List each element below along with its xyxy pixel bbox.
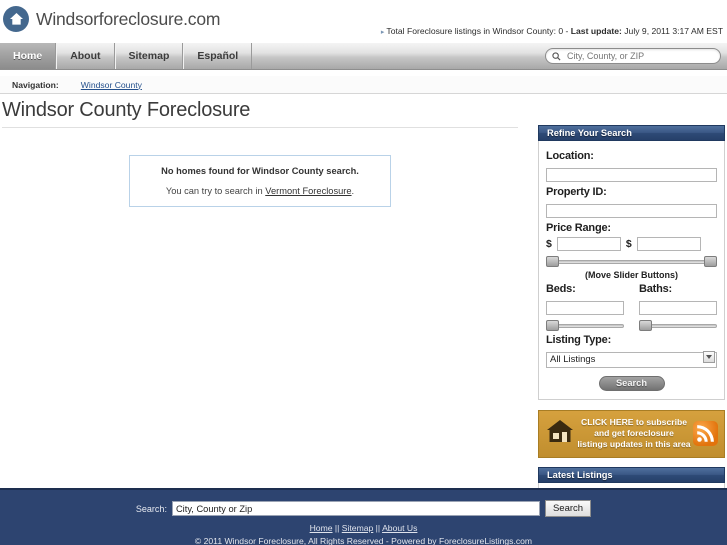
- house-icon: [545, 417, 575, 450]
- subscribe-ad-banner[interactable]: CLICK HERE to subscribe and get foreclos…: [538, 409, 725, 458]
- nav-item-espanol[interactable]: Español: [183, 43, 253, 69]
- price-range-row: $ $: [546, 237, 717, 251]
- sidebar: Refine Your Search Location: Property ID…: [538, 125, 725, 503]
- vermont-foreclosure-link[interactable]: Vermont Foreclosure: [265, 186, 351, 196]
- no-results-title: No homes found for Windsor County search…: [161, 166, 359, 176]
- bullet-icon: ▸: [380, 29, 385, 36]
- breadcrumb-label: Navigation:: [12, 79, 59, 90]
- location-label: Location:: [546, 150, 594, 162]
- latest-listings-title: Latest Listings: [547, 469, 613, 480]
- footer-link-about-us[interactable]: About Us: [382, 523, 417, 533]
- property-id-input[interactable]: [546, 204, 717, 218]
- price-max-input[interactable]: [636, 237, 701, 251]
- status-count-text: Total Foreclosure listings in Windsor Co…: [386, 26, 571, 36]
- rss-icon[interactable]: [693, 421, 718, 446]
- location-input[interactable]: [546, 168, 717, 182]
- ad-line-2: and get foreclosure: [594, 428, 674, 438]
- main-content: No homes found for Windsor County search…: [0, 130, 534, 480]
- baths-column: Baths:: [639, 280, 717, 331]
- copyright-link[interactable]: Windsor Foreclosure: [225, 536, 304, 545]
- ad-line-3: listings updates in this area: [577, 439, 691, 449]
- price-slider-track: [546, 260, 717, 264]
- page-title: Windsor County Foreclosure: [2, 99, 251, 121]
- refine-search-body: Location: Property ID: Price Range: $ $ …: [538, 141, 725, 400]
- title-divider: [2, 127, 518, 128]
- refine-search-title: Refine Your Search: [547, 128, 632, 138]
- footer-link-home[interactable]: Home: [310, 523, 333, 533]
- header-search-input[interactable]: [565, 50, 714, 62]
- footer-link-separator-2: ||: [373, 523, 383, 533]
- no-results-box: No homes found for Windsor County search…: [129, 155, 391, 207]
- header-search-box[interactable]: [545, 48, 721, 64]
- copyright-prefix: © 2011: [194, 536, 225, 545]
- baths-input[interactable]: [639, 301, 717, 315]
- nav-item-about[interactable]: About: [56, 43, 115, 69]
- site-footer: Search: Search Home || Sitemap || About …: [0, 488, 727, 545]
- beds-label: Beds:: [546, 283, 576, 295]
- site-logo[interactable]: Windsorforeclosure.com: [3, 6, 220, 32]
- nav-item-home[interactable]: Home: [0, 43, 57, 69]
- footer-search-label: Search:: [135, 503, 167, 514]
- baths-label: Baths:: [639, 283, 673, 295]
- search-icon: [552, 51, 561, 61]
- refine-search-header: Refine Your Search: [538, 125, 725, 141]
- beds-slider[interactable]: [546, 320, 624, 331]
- page-root: Windsorforeclosure.com ▸ Total Foreclosur…: [0, 0, 727, 545]
- price-max-dollar-sign: $: [625, 238, 632, 250]
- footer-search-input[interactable]: [171, 501, 540, 516]
- sidebar-search-button[interactable]: Search: [598, 375, 665, 391]
- price-slider-handle-min[interactable]: [546, 256, 559, 267]
- site-header: Windsorforeclosure.com ▸ Total Foreclosur…: [0, 0, 727, 42]
- listings-status-line: ▸ Total Foreclosure listings in Windsor C…: [381, 26, 723, 36]
- no-results-prefix: You can try to search in: [165, 186, 266, 196]
- house-in-circle-icon: [3, 6, 29, 32]
- no-results-suffix: .: [351, 186, 355, 196]
- no-results-subtitle: You can try to search in Vermont Foreclo…: [166, 186, 354, 196]
- breadcrumb: Navigation: Windsor County: [0, 76, 727, 94]
- footer-search-button[interactable]: Search: [544, 500, 592, 517]
- last-update-value: July 9, 2011 3:17 AM EST: [621, 26, 723, 36]
- beds-baths-row: Beds: Baths:: [546, 280, 717, 331]
- slider-hint-text: (Move Slider Buttons): [584, 270, 678, 280]
- price-min-dollar-sign: $: [546, 238, 552, 250]
- price-range-slider[interactable]: [546, 256, 717, 267]
- footer-links: Home || Sitemap || About Us: [0, 523, 727, 533]
- ad-line-1: CLICK HERE to subscribe: [580, 417, 687, 427]
- nav-item-sitemap[interactable]: Sitemap: [114, 43, 184, 69]
- footer-copyright: © 2011 Windsor Foreclosure, All Rights R…: [0, 536, 727, 545]
- listing-type-select[interactable]: All Listings: [546, 351, 717, 368]
- breadcrumb-link-windsor-county[interactable]: Windsor County: [81, 80, 142, 90]
- property-id-label: Property ID:: [546, 186, 607, 198]
- footer-link-separator-1: ||: [332, 523, 342, 533]
- beds-slider-handle[interactable]: [546, 320, 559, 331]
- listing-type-label: Listing Type:: [546, 334, 612, 346]
- latest-listings-header: Latest Listings: [538, 466, 725, 483]
- beds-column: Beds:: [546, 280, 624, 331]
- price-slider-handle-max[interactable]: [704, 256, 717, 267]
- site-logo-text: Windsorforeclosure.com: [36, 8, 221, 29]
- footer-search-row: Search: Search: [0, 490, 727, 517]
- baths-slider-handle[interactable]: [639, 320, 652, 331]
- price-min-input[interactable]: [556, 237, 621, 251]
- beds-input[interactable]: [546, 301, 624, 315]
- listing-type-select-wrap: All Listings: [546, 349, 717, 368]
- footer-link-sitemap[interactable]: Sitemap: [342, 523, 374, 533]
- last-update-label: Last update:: [570, 26, 622, 36]
- subscribe-ad-text: CLICK HERE to subscribe and get foreclos…: [575, 417, 693, 450]
- copyright-suffix: , All Rights Reserved - Powered by Forec…: [303, 536, 533, 545]
- price-range-label: Price Range:: [546, 222, 611, 234]
- refine-search-panel: Refine Your Search Location: Property ID…: [538, 125, 725, 400]
- baths-slider[interactable]: [639, 320, 717, 331]
